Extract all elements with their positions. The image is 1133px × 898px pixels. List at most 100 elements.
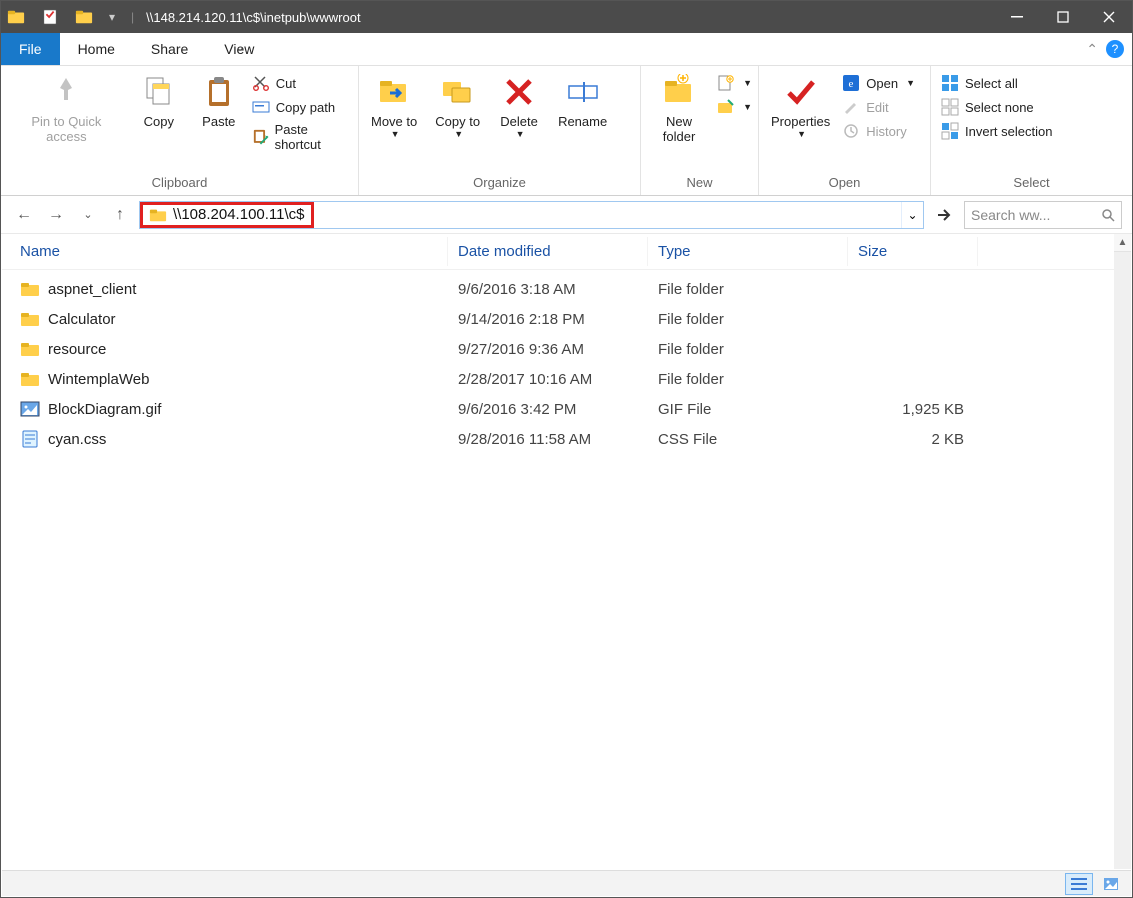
navigation-bar: ← → ⌄ ↑ \\108.204.100.11\c$ ⌄ Search ww.… <box>1 196 1132 234</box>
qat-properties-icon[interactable] <box>41 8 59 26</box>
list-item[interactable]: aspnet_client9/6/2016 3:18 AMFile folder <box>2 274 1114 304</box>
cut-button[interactable]: Cut <box>252 74 352 92</box>
nav-forward-button[interactable]: → <box>43 202 69 228</box>
close-button[interactable] <box>1086 1 1132 33</box>
paste-button[interactable]: Paste <box>192 70 246 133</box>
scrollbar[interactable]: ▲ <box>1114 234 1131 869</box>
address-dropdown-button[interactable]: ⌄ <box>901 202 923 228</box>
app-folder-icon <box>7 8 25 26</box>
select-all-label: Select all <box>965 76 1018 91</box>
edit-label: Edit <box>866 100 888 115</box>
qat-folder-icon[interactable] <box>75 8 93 26</box>
address-go-button[interactable] <box>930 201 958 229</box>
view-large-icons-button[interactable] <box>1097 873 1125 895</box>
breadcrumb-caret-icon[interactable]: ⌄ <box>235 40 245 54</box>
file-list: Name Date modified Type Size aspnet_clie… <box>2 234 1114 869</box>
folder-icon <box>20 339 40 359</box>
easy-access-icon <box>717 98 735 116</box>
cut-label: Cut <box>276 76 296 91</box>
folder-icon <box>20 369 40 389</box>
help-button[interactable]: ? <box>1106 40 1124 58</box>
history-label: History <box>866 124 906 139</box>
folder-icon <box>20 309 40 329</box>
properties-button[interactable]: Properties▼ <box>765 70 836 143</box>
nav-up-button[interactable]: ↑ <box>107 202 133 228</box>
history-button[interactable]: History <box>842 122 915 140</box>
select-all-button[interactable]: Select all <box>941 74 1052 92</box>
address-bar[interactable]: \\108.204.100.11\c$ ⌄ <box>139 201 924 229</box>
rename-button[interactable]: Rename <box>552 70 613 133</box>
column-date[interactable]: Date modified <box>448 237 648 266</box>
file-type: File folder <box>648 371 848 388</box>
new-item-button[interactable]: ▼ <box>717 74 752 92</box>
qat-overflow-icon[interactable]: ▾ <box>109 10 115 24</box>
ribbon-collapse-icon[interactable]: ⌃ <box>1086 41 1098 58</box>
copy-to-label: Copy to <box>435 114 480 129</box>
view-details-button[interactable] <box>1065 873 1093 895</box>
open-e-icon: e <box>842 74 860 92</box>
ribbon: Pin to Quick access Copy Paste Cut Copy … <box>1 66 1132 196</box>
maximize-button[interactable] <box>1040 1 1086 33</box>
properties-label: Properties <box>771 114 830 129</box>
select-none-button[interactable]: Select none <box>941 98 1052 116</box>
file-size: 1,925 KB <box>848 401 978 418</box>
tab-share[interactable]: Share <box>133 33 206 65</box>
edit-button[interactable]: Edit <box>842 98 915 116</box>
paste-shortcut-icon <box>252 128 269 146</box>
minimize-button[interactable] <box>994 1 1040 33</box>
file-name: BlockDiagram.gif <box>48 401 161 418</box>
rename-icon <box>565 74 601 110</box>
nav-back-button[interactable]: ← <box>11 202 37 228</box>
address-folder-icon <box>149 206 167 224</box>
delete-button[interactable]: Delete▼ <box>492 70 546 143</box>
list-item[interactable]: Calculator9/14/2016 2:18 PMFile folder <box>2 304 1114 334</box>
invert-icon <box>941 122 959 140</box>
invert-selection-button[interactable]: Invert selection <box>941 122 1052 140</box>
select-none-icon <box>941 98 959 116</box>
copy-to-button[interactable]: Copy to▼ <box>429 70 486 143</box>
list-item[interactable]: resource9/27/2016 9:36 AMFile folder <box>2 334 1114 364</box>
column-type[interactable]: Type <box>648 237 848 266</box>
nav-recent-dropdown[interactable]: ⌄ <box>75 202 101 228</box>
file-name: WintemplaWeb <box>48 371 149 388</box>
invert-label: Invert selection <box>965 124 1052 139</box>
list-item[interactable]: WintemplaWeb 2/28/2017 10:16 AMFile folde… <box>2 364 1114 394</box>
pin-quick-access-button[interactable]: Pin to Quick access <box>7 70 126 148</box>
delete-x-icon <box>501 74 537 110</box>
group-title-organize: Organize <box>365 173 634 193</box>
file-type: File folder <box>648 341 848 358</box>
tab-file[interactable]: File <box>1 33 60 65</box>
easy-access-button[interactable]: ▼ <box>717 98 752 116</box>
rename-label: Rename <box>558 114 607 129</box>
scissors-icon <box>252 74 270 92</box>
move-to-button[interactable]: Move to▼ <box>365 70 423 143</box>
list-item[interactable]: cyan.css9/28/2016 11:58 AMCSS File2 KB <box>2 424 1114 454</box>
copy-path-button[interactable]: Copy path <box>252 98 352 116</box>
copy-label: Copy <box>144 114 174 129</box>
column-size[interactable]: Size <box>848 237 978 266</box>
column-name[interactable]: Name <box>2 237 448 266</box>
open-button[interactable]: e Open▼ <box>842 74 915 92</box>
tab-home[interactable]: Home <box>60 33 133 65</box>
history-icon <box>842 122 860 140</box>
new-folder-button[interactable]: New folder <box>647 70 711 148</box>
list-item[interactable]: BlockDiagram.gif9/6/2016 3:42 PMGIF File… <box>2 394 1114 424</box>
file-date: 9/14/2016 2:18 PM <box>448 311 648 328</box>
scroll-up-icon[interactable]: ▲ <box>1114 234 1131 252</box>
paste-shortcut-label: Paste shortcut <box>275 122 352 152</box>
copy-button[interactable]: Copy <box>132 70 186 133</box>
copy-icon <box>141 74 177 110</box>
edit-icon <box>842 98 860 116</box>
open-label: Open <box>866 76 898 91</box>
search-box[interactable]: Search ww... <box>964 201 1122 229</box>
file-date: 9/6/2016 3:18 AM <box>448 281 648 298</box>
file-date: 2/28/2017 10:16 AM <box>448 371 648 388</box>
column-headers: Name Date modified Type Size <box>2 234 1114 270</box>
paste-shortcut-button[interactable]: Paste shortcut <box>252 122 352 152</box>
file-name: Calculator <box>48 311 116 328</box>
file-name: cyan.css <box>48 431 106 448</box>
copy-to-icon <box>440 74 476 110</box>
pin-label: Pin to Quick access <box>13 114 120 144</box>
new-folder-label: New folder <box>653 114 705 144</box>
copy-path-icon <box>252 98 270 116</box>
